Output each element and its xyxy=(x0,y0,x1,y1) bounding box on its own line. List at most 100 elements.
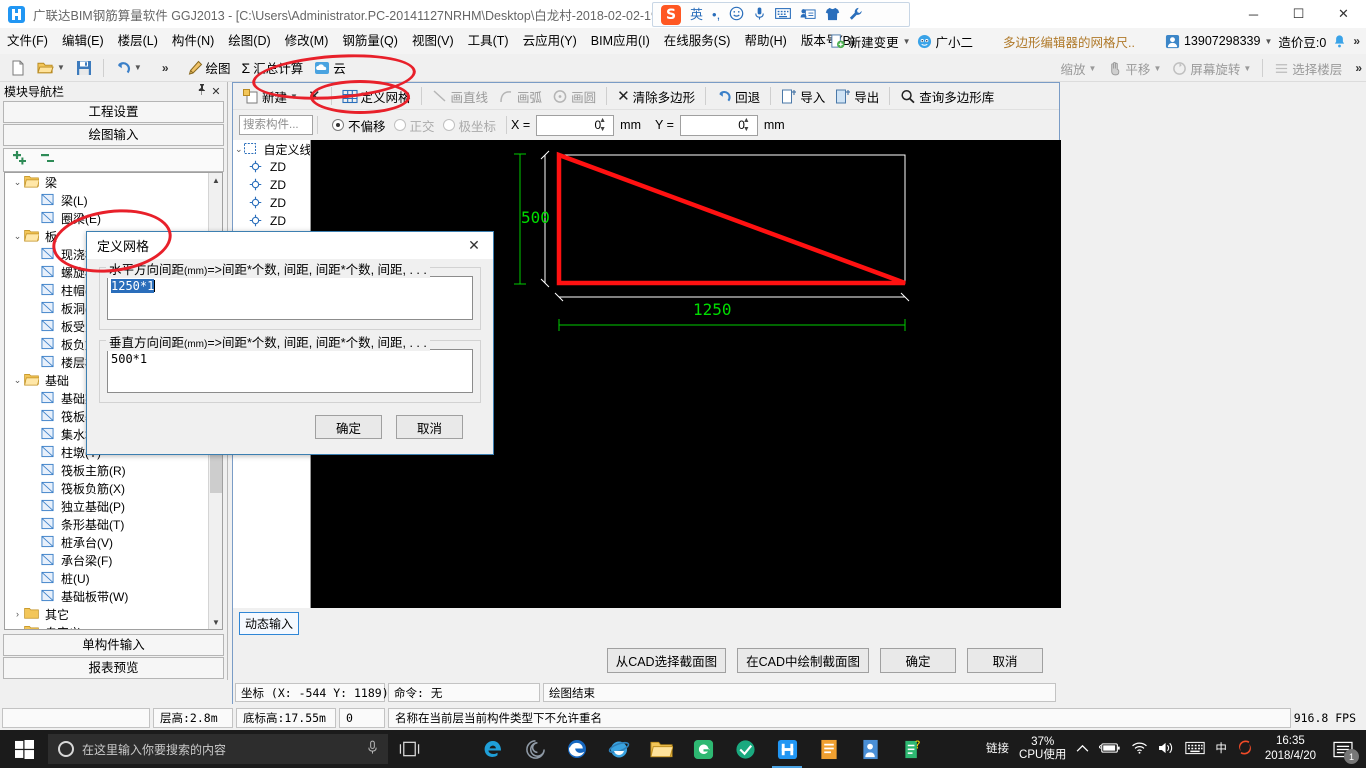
chevron-down-icon[interactable]: ⌄ xyxy=(11,627,24,630)
touch-keyboard-icon[interactable] xyxy=(1185,741,1205,758)
radio-polar-icon[interactable] xyxy=(442,119,455,131)
select-section-from-cad-button[interactable]: 从CAD选择截面图 xyxy=(606,647,727,673)
pe-clear-polygon-button[interactable]: ✕ 清除多边形 xyxy=(613,85,699,108)
tree-item[interactable]: 筏板主筋(R) xyxy=(5,461,208,479)
nav-button-report-preview[interactable]: 报表预览 xyxy=(3,657,224,679)
radio-orthogonal-icon[interactable] xyxy=(393,119,406,131)
ime-card-icon[interactable] xyxy=(800,7,816,22)
expand-all-icon[interactable] xyxy=(12,151,30,169)
menu-rebar[interactable]: 钢筋量(Q) xyxy=(335,28,405,54)
polygon-editor-ok-button[interactable]: 确定 xyxy=(880,647,956,673)
ime-settings-wrench-icon[interactable] xyxy=(849,7,863,23)
collapse-all-icon[interactable] xyxy=(40,151,58,169)
taskbar-app-ie[interactable] xyxy=(598,730,640,768)
tree-item[interactable]: 桩(U) xyxy=(5,569,208,587)
tree-item[interactable]: 基础板带(W) xyxy=(5,587,208,605)
tray-link-label[interactable]: 链接 xyxy=(986,743,1009,756)
pe-new-caret-icon[interactable]: ▼ xyxy=(290,92,298,101)
undo-caret-icon[interactable]: ▼ xyxy=(134,63,142,72)
toolbar-overflow-button[interactable]: » xyxy=(162,61,169,75)
assistant-button[interactable]: 广小二 xyxy=(917,32,973,51)
offset-mode-no-offset[interactable]: 不偏移 xyxy=(332,116,392,135)
toolbar-sum-button[interactable]: Σ 汇总计算 xyxy=(238,56,308,79)
pe-draw-arc-button[interactable]: 画弧 xyxy=(494,85,546,108)
radio-no-offset-icon[interactable] xyxy=(332,119,344,131)
x-spin-down-icon[interactable]: ▼ xyxy=(599,126,611,134)
draw-section-in-cad-button[interactable]: 在CAD中绘制截面图 xyxy=(737,647,869,673)
tree-item[interactable]: 桩承台(V) xyxy=(5,533,208,551)
pe-export-button[interactable]: 导出 xyxy=(831,85,883,108)
ime-floating-toolbar[interactable]: S 英 •, xyxy=(652,2,910,27)
zoom-caret-icon[interactable]: ▼ xyxy=(1089,64,1097,73)
menu-modify[interactable]: 修改(M) xyxy=(278,28,336,54)
taskbar-search-input[interactable]: 在这里输入你要搜索的内容 xyxy=(48,734,388,764)
maximize-button[interactable]: ☐ xyxy=(1276,0,1321,28)
nav-button-draw-input[interactable]: 绘图输入 xyxy=(3,124,224,146)
toolbar-draw-button[interactable]: 绘图 xyxy=(183,56,235,79)
taskbar-app-spiral[interactable] xyxy=(514,730,556,768)
new-change-button[interactable]: 新建变更 ▼ xyxy=(830,32,911,51)
pe-define-grid-button[interactable]: 定义网格 xyxy=(338,85,415,108)
taskbar-app-edge[interactable] xyxy=(556,730,598,768)
sogou-ime-logo-icon[interactable]: S xyxy=(661,4,681,25)
taskbar-app-edge-legacy[interactable] xyxy=(472,730,514,768)
minimize-button[interactable]: ─ xyxy=(1231,0,1276,28)
ime-keyboard-icon[interactable] xyxy=(775,7,792,22)
wifi-icon[interactable] xyxy=(1131,741,1148,757)
menu-online[interactable]: 在线服务(S) xyxy=(657,28,738,54)
account-caret-icon[interactable]: ▼ xyxy=(1264,37,1272,46)
pe-tree-item[interactable]: ZD xyxy=(233,194,310,212)
offset-mode-polar[interactable]: 极坐标 xyxy=(442,116,503,135)
pe-new-button[interactable]: 新建 ▼ xyxy=(239,85,302,108)
ime-skin-icon[interactable] xyxy=(825,7,840,23)
taskbar-app-green-g[interactable] xyxy=(682,730,724,768)
menu-component[interactable]: 构件(N) xyxy=(165,28,221,54)
toolbar-zoom-button[interactable]: 缩放 ▼ xyxy=(1056,57,1100,80)
pe-delete-button[interactable]: ✕ xyxy=(304,85,325,107)
chevron-right-icon[interactable]: › xyxy=(11,609,24,619)
clock-widget[interactable]: 16:35 2018/4/20 xyxy=(1263,734,1316,764)
cpu-usage-indicator[interactable]: 37% CPU使用 xyxy=(1019,736,1066,762)
menu-cloud[interactable]: 云应用(Y) xyxy=(516,28,584,54)
polygon-editor-cancel-button[interactable]: 取消 xyxy=(967,647,1043,673)
tree-folder[interactable]: ⌄ 自定义 xyxy=(5,623,208,630)
menu-file[interactable]: 文件(F) xyxy=(0,28,55,54)
pe-tree-root[interactable]: ⌄ 自定义线 xyxy=(233,140,310,158)
define-grid-ok-button[interactable]: 确定 xyxy=(315,415,382,439)
tree-item[interactable]: 独立基础(P) xyxy=(5,497,208,515)
tree-item[interactable]: 圈梁(E) xyxy=(5,209,208,227)
toolbar-undo-button[interactable]: ▼ xyxy=(111,58,146,78)
menu-bim[interactable]: BIM应用(I) xyxy=(584,28,657,54)
start-button[interactable] xyxy=(0,730,48,768)
pe-tree-item[interactable]: ZD xyxy=(233,212,310,230)
toolbar-open-button[interactable]: ▼ xyxy=(33,58,69,78)
toolbar-cloud-button[interactable]: 云 xyxy=(310,56,350,79)
task-view-button[interactable] xyxy=(388,730,430,768)
notification-center-button[interactable]: 1 xyxy=(1326,730,1360,768)
toolbar-rotate-button[interactable]: 屏幕旋转 ▼ xyxy=(1168,57,1255,80)
taskbar-app-ggj2013[interactable] xyxy=(766,730,808,768)
toolbar-right-overflow-button[interactable]: » xyxy=(1349,61,1362,75)
pe-draw-line-button[interactable]: 画直线 xyxy=(428,85,493,108)
menu-view[interactable]: 视图(V) xyxy=(405,28,461,54)
taskbar-app-green-question[interactable]: ? xyxy=(892,730,934,768)
offset-mode-orthogonal[interactable]: 正交 xyxy=(393,116,441,135)
taskbar-app-teal[interactable] xyxy=(724,730,766,768)
pin-icon[interactable] xyxy=(195,84,209,98)
x-spin-up-icon[interactable]: ▲ xyxy=(599,117,611,125)
chevron-down-icon[interactable]: ⌄ xyxy=(11,177,24,188)
pan-caret-icon[interactable]: ▼ xyxy=(1153,64,1161,73)
toolbar-pan-button[interactable]: 平移 ▼ xyxy=(1103,57,1165,80)
menu-floor[interactable]: 楼层(L) xyxy=(111,28,165,54)
pe-undo-button[interactable]: 回退 xyxy=(712,85,764,108)
microphone-icon[interactable] xyxy=(367,740,378,758)
tree-item[interactable]: 条形基础(T) xyxy=(5,515,208,533)
horizontal-spacing-input[interactable]: 1250*1 xyxy=(107,276,473,320)
y-spin-up-icon[interactable]: ▲ xyxy=(743,117,755,125)
tree-scroll-down-icon[interactable]: ▼ xyxy=(209,615,222,629)
ime-language-indicator[interactable]: 中 xyxy=(1215,743,1227,756)
taskbar-app-blue-person[interactable] xyxy=(850,730,892,768)
ime-emoji-icon[interactable] xyxy=(729,6,744,23)
new-change-caret-icon[interactable]: ▼ xyxy=(903,37,911,46)
menu-help[interactable]: 帮助(H) xyxy=(737,28,793,54)
